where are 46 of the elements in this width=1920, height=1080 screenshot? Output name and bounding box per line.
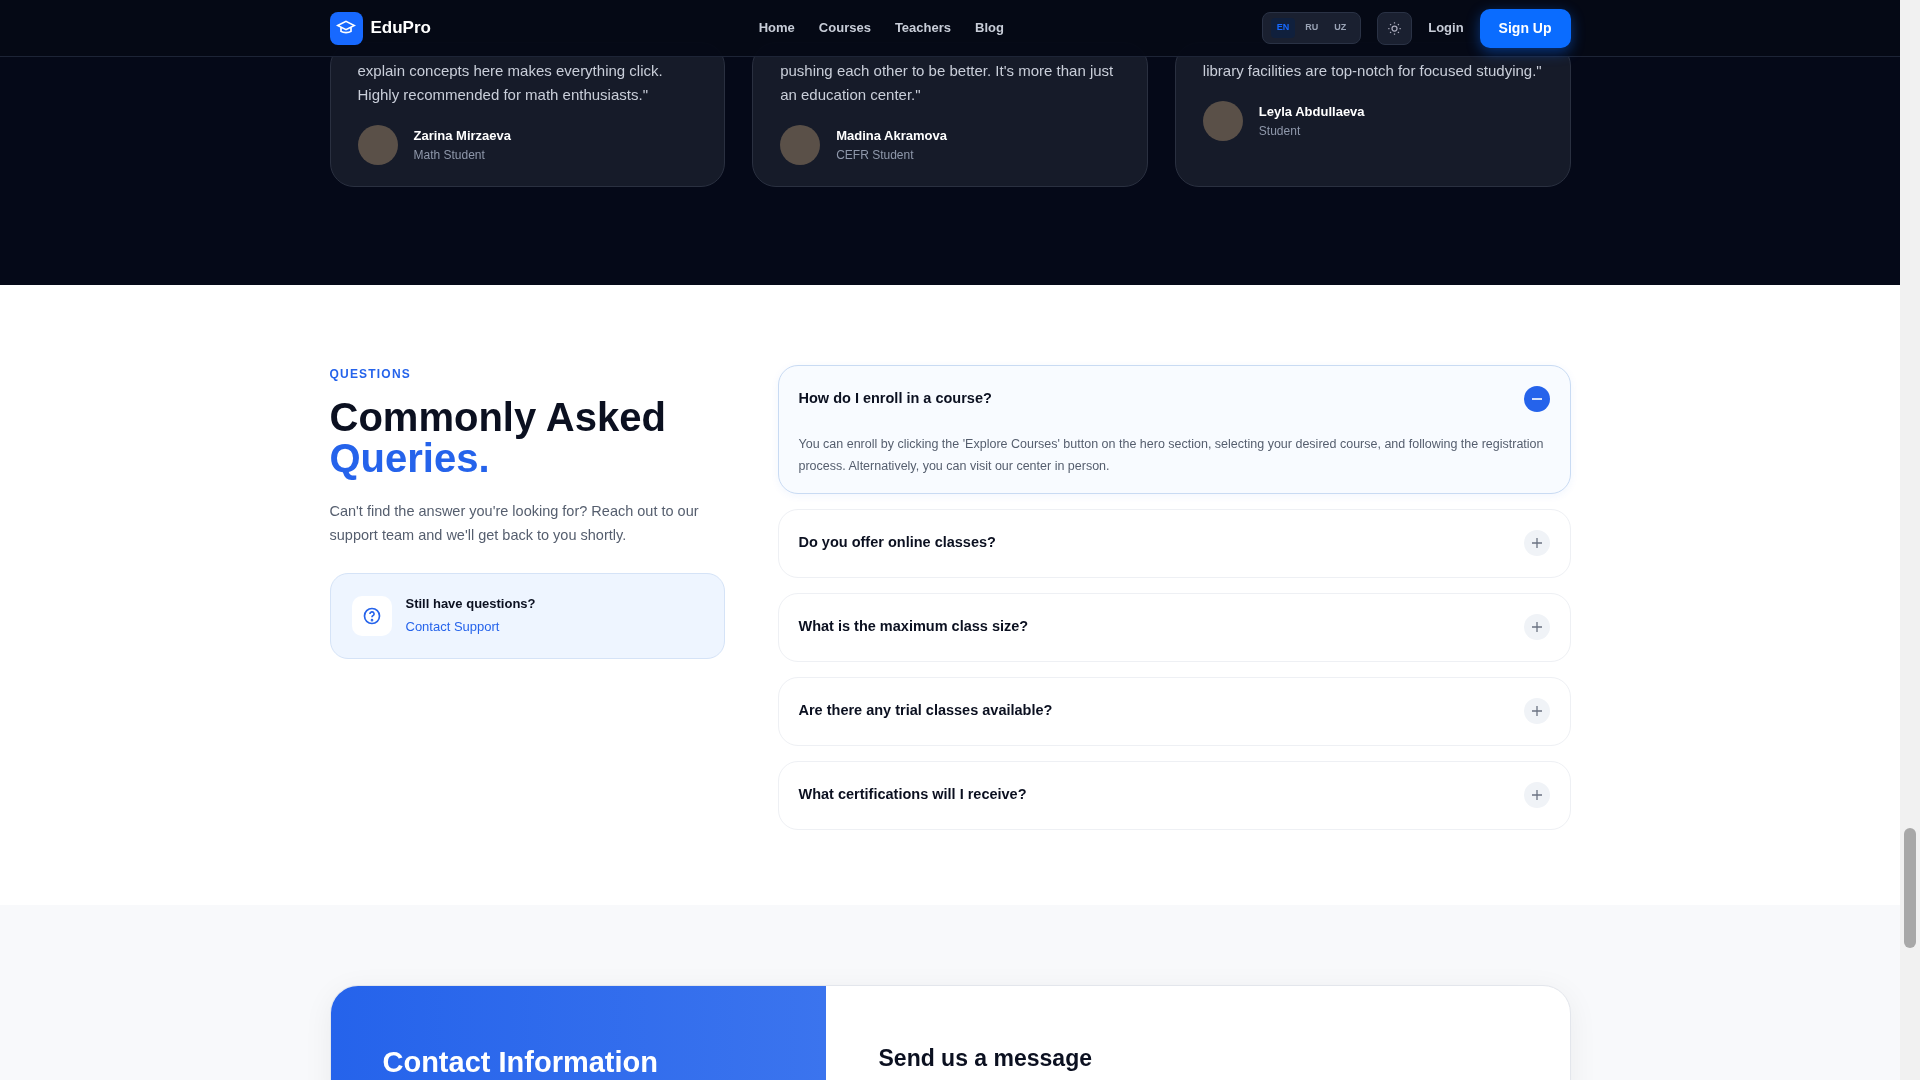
author-role: CEFR Student <box>836 146 915 164</box>
scrollbar[interactable] <box>1900 0 1920 1080</box>
message-form-heading: Send us a message <box>877 1044 1093 1073</box>
language-option[interactable]: UZ <box>1328 18 1353 38</box>
plus-icon <box>1523 698 1550 724</box>
avatar-placeholder <box>780 125 821 165</box>
logo-icon[interactable] <box>329 11 363 45</box>
accordion-question[interactable]: Are there any trial classes available? <box>798 678 1550 745</box>
avatar-placeholder <box>357 125 398 165</box>
minus-icon <box>1523 386 1550 412</box>
nav-link[interactable]: Courses <box>818 18 871 38</box>
nav-link[interactable]: Blog <box>975 18 1004 38</box>
login-link[interactable]: Login <box>1428 18 1464 38</box>
help-title: Still have questions? <box>405 595 536 613</box>
accordion-question[interactable]: What certifications will I receive? <box>798 762 1550 829</box>
accordion-question[interactable]: How do I enroll in a course? <box>798 366 1550 433</box>
accordion-answer: You can enroll by clicking the 'Explore Courses' button on the hero section, selecting your desired course, and following the registration process. Alternatively, you can visit our center in person. <box>798 436 1545 475</box>
avatar-placeholder <box>1202 101 1243 141</box>
plus-icon <box>1523 782 1550 808</box>
accordion-question[interactable]: What is the maximum class size? <box>798 594 1550 661</box>
section-heading: Commonly Asked <box>329 397 667 438</box>
theme-toggle-button[interactable] <box>1377 11 1413 45</box>
author-role: Student <box>1258 122 1302 140</box>
accordion-question[interactable]: Do you offer online classes? <box>798 510 1550 577</box>
section-heading-accent: Queries. <box>329 438 490 479</box>
section-description: Can't find the answer you're looking for? Reach out to our support team and we'll get back to you shortly. <box>329 502 700 545</box>
author-role: Math Student <box>413 146 486 164</box>
plus-icon <box>1523 530 1550 556</box>
author-name: Leyla Abdullaeva <box>1258 103 1365 122</box>
contact-support-link[interactable]: Contact Support <box>405 618 500 634</box>
sun-icon <box>1387 20 1403 36</box>
nav-link[interactable]: Teachers <box>894 18 952 38</box>
scrollbar-thumb[interactable] <box>1904 828 1916 948</box>
sign-up-button[interactable]: Sign Up <box>1479 8 1571 48</box>
author-name: Madina Akramova <box>836 127 947 146</box>
plus-icon <box>1523 614 1550 640</box>
contact-info-heading: Contact Information <box>382 1045 659 1080</box>
question-icon <box>351 595 392 636</box>
nav-link[interactable]: Home <box>758 18 795 38</box>
testimonial-quote: explain concepts here makes everything click. Highly recommended for math enthusiasts." <box>357 61 664 105</box>
brand-name[interactable]: EduPro <box>370 15 431 41</box>
testimonial-quote: pushing each other to be better. It's more than just an education center." <box>780 61 1115 105</box>
language-option[interactable]: RU <box>1299 18 1325 38</box>
testimonial-quote: library facilities are top-notch for focused studying." <box>1202 61 1543 81</box>
author-name: Zarina Mirzaeva <box>413 127 512 146</box>
section-eyebrow: QUESTIONS <box>329 366 412 383</box>
